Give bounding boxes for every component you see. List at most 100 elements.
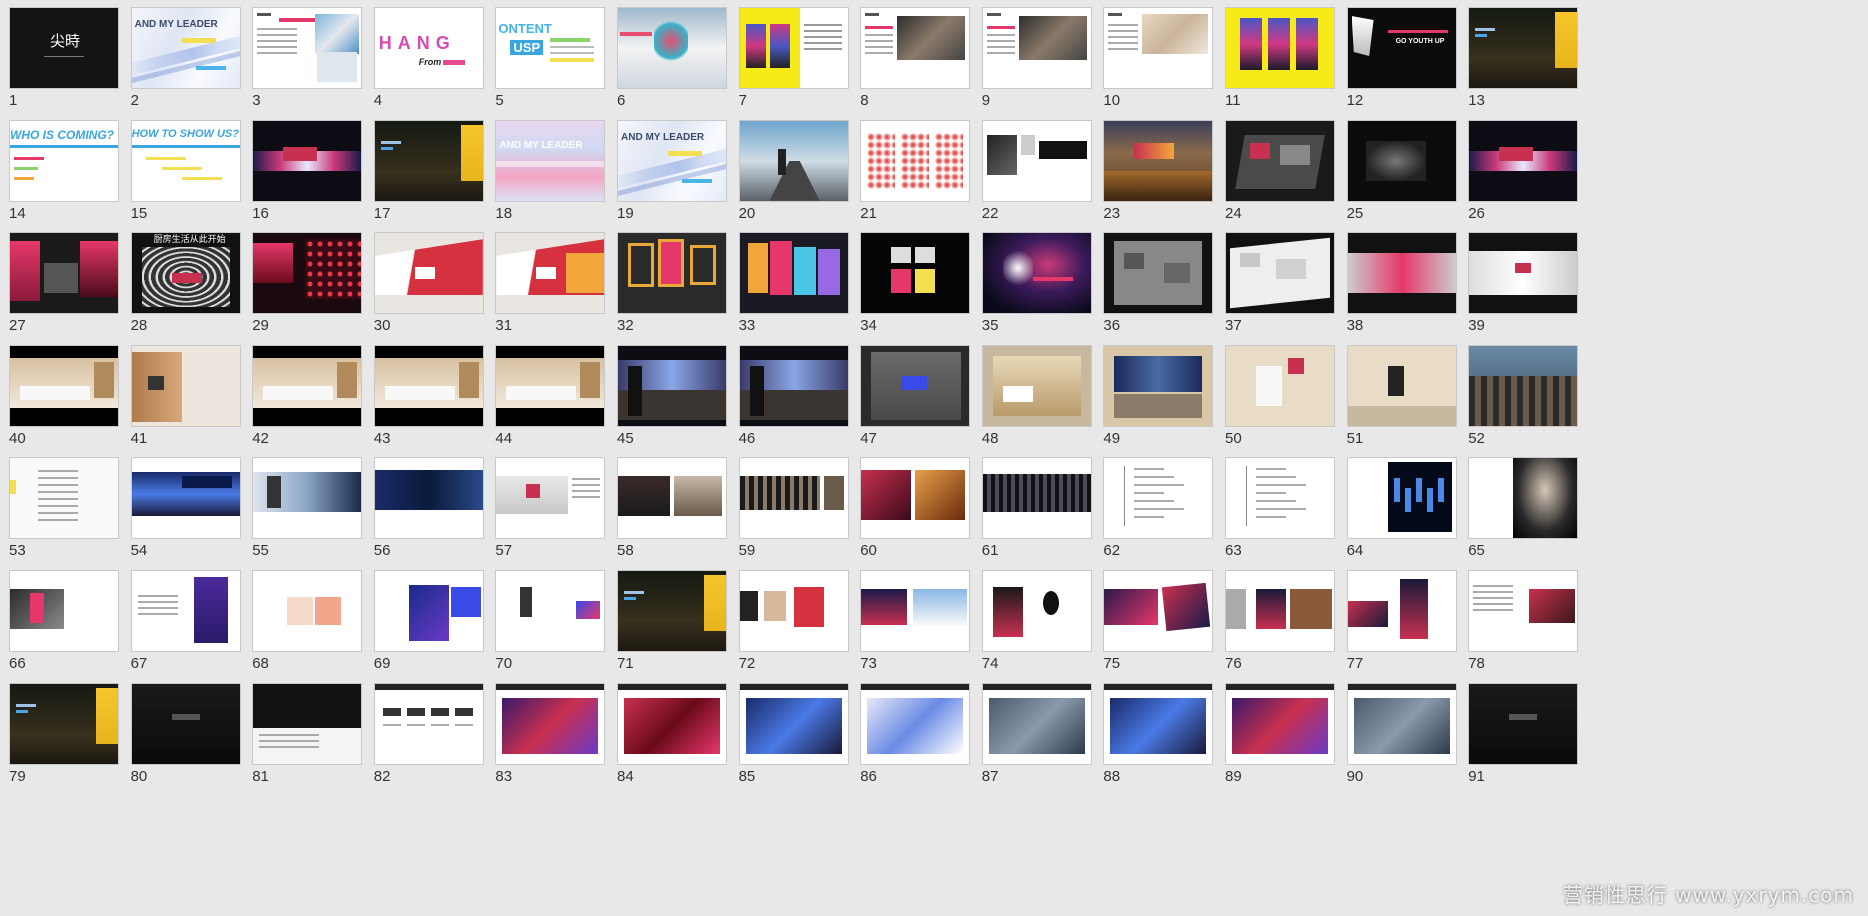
slide-thumbnail[interactable]	[981, 457, 1092, 540]
slide-item[interactable]: 57	[495, 457, 606, 559]
slide-item[interactable]: 65	[1468, 457, 1579, 559]
slide-thumbnail[interactable]: AND MY LEADER	[130, 7, 241, 89]
slide-thumbnail[interactable]	[130, 344, 241, 427]
slide-thumbnail[interactable]	[981, 344, 1092, 427]
slide-item[interactable]: 76	[1225, 570, 1335, 672]
slide-thumbnail[interactable]	[252, 232, 363, 315]
slide-thumbnail[interactable]	[495, 570, 606, 652]
slide-item[interactable]: 37	[1225, 232, 1335, 334]
slide-item[interactable]: AND MY LEADER 18	[495, 119, 606, 222]
slide-thumbnail[interactable]	[617, 232, 727, 315]
slide-thumbnail[interactable]	[373, 457, 484, 540]
slide-thumbnail[interactable]	[9, 457, 119, 540]
slide-thumbnail[interactable]: WHO IS COMING?	[9, 119, 119, 202]
slide-thumbnail[interactable]	[738, 344, 849, 427]
slide-item[interactable]: 62	[1103, 457, 1214, 559]
slide-thumbnail[interactable]	[252, 119, 363, 202]
slide-item[interactable]: 82	[373, 682, 484, 785]
slide-item[interactable]: 47	[860, 344, 971, 447]
slide-thumbnail[interactable]: ONTENT USP	[495, 7, 606, 89]
slide-thumbnail[interactable]	[495, 457, 606, 540]
slide-item[interactable]: 50	[1225, 344, 1335, 447]
slide-thumbnail[interactable]	[495, 232, 606, 315]
slide-item[interactable]: 23	[1103, 119, 1214, 222]
slide-item[interactable]: 21	[860, 119, 971, 222]
slide-item[interactable]: 53	[9, 457, 119, 559]
slide-thumbnail[interactable]	[1468, 570, 1579, 652]
slide-thumbnail[interactable]	[617, 457, 727, 540]
slide-thumbnail[interactable]	[860, 344, 971, 427]
slide-thumbnail[interactable]	[1346, 232, 1457, 315]
slide-thumbnail[interactable]	[617, 570, 727, 652]
slide-item[interactable]: 43	[373, 344, 484, 447]
slide-thumbnail[interactable]	[860, 682, 971, 765]
slide-item[interactable]: 52	[1468, 344, 1579, 447]
slide-thumbnail[interactable]	[1103, 344, 1214, 427]
slide-item[interactable]: 61	[981, 457, 1092, 559]
slide-item[interactable]: 22	[981, 119, 1092, 222]
slide-thumbnail[interactable]: HOW TO SHOW US?	[130, 119, 241, 202]
slide-item[interactable]: 87	[981, 682, 1092, 785]
slide-thumbnail[interactable]	[738, 232, 849, 315]
slide-item[interactable]: 17	[373, 119, 484, 222]
slide-item[interactable]: 38	[1346, 232, 1457, 334]
slide-item[interactable]: 66	[9, 570, 119, 672]
slide-item[interactable]: 40	[9, 344, 119, 447]
slide-thumbnail[interactable]	[1103, 119, 1214, 202]
slide-thumbnail[interactable]	[9, 682, 119, 765]
slide-item[interactable]: 34	[860, 232, 971, 334]
slide-item[interactable]: 77	[1346, 570, 1457, 672]
slide-item[interactable]: AND MY LEADER 2	[130, 7, 241, 109]
slide-item[interactable]: 48	[981, 344, 1092, 447]
slide-thumbnail[interactable]	[9, 232, 119, 315]
slide-thumbnail[interactable]	[252, 457, 363, 540]
slide-item[interactable]: 85	[738, 682, 849, 785]
slide-item[interactable]: 11	[1225, 7, 1335, 109]
slide-item[interactable]: 88	[1103, 682, 1214, 785]
slide-item[interactable]: 3	[252, 7, 363, 109]
slide-thumbnail[interactable]	[373, 570, 484, 652]
slide-thumbnail[interactable]	[1346, 344, 1457, 427]
slide-item[interactable]: 32	[617, 232, 727, 334]
slide-item[interactable]: 29	[252, 232, 363, 334]
slide-item[interactable]: 86	[860, 682, 971, 785]
slide-item[interactable]: WHO IS COMING? 14	[9, 119, 119, 222]
slide-item[interactable]: 24	[1225, 119, 1335, 222]
slide-item[interactable]: 10	[1103, 7, 1214, 109]
slide-thumbnail[interactable]	[373, 682, 484, 765]
slide-thumbnail[interactable]	[495, 682, 606, 765]
slide-thumbnail[interactable]	[1225, 457, 1335, 540]
slide-item[interactable]: AND MY LEADER 19	[617, 119, 727, 222]
slide-thumbnail[interactable]: GO YOUTH UP	[1346, 7, 1457, 89]
slide-thumbnail[interactable]	[252, 344, 363, 427]
slide-item[interactable]: 81	[252, 682, 363, 785]
slide-item[interactable]: 25	[1346, 119, 1457, 222]
slide-item[interactable]: 55	[252, 457, 363, 559]
slide-thumbnail[interactable]	[373, 232, 484, 315]
slide-thumbnail[interactable]	[1225, 232, 1335, 315]
slide-thumbnail[interactable]	[1103, 570, 1214, 652]
slide-thumbnail[interactable]	[738, 7, 849, 89]
slide-thumbnail[interactable]	[495, 344, 606, 427]
slide-item[interactable]: 90	[1346, 682, 1457, 785]
slide-thumbnail[interactable]	[1346, 682, 1457, 765]
slide-thumbnail[interactable]	[617, 344, 727, 427]
slide-item[interactable]: 16	[252, 119, 363, 222]
slide-thumbnail[interactable]	[617, 7, 727, 89]
slide-item[interactable]: 79	[9, 682, 119, 785]
slide-thumbnail[interactable]	[738, 570, 849, 652]
slide-item[interactable]: 26	[1468, 119, 1579, 222]
slide-thumbnail[interactable]	[1468, 232, 1579, 315]
slide-thumbnail[interactable]	[860, 457, 971, 540]
slide-item[interactable]: 78	[1468, 570, 1579, 672]
slide-thumbnail[interactable]	[738, 457, 849, 540]
slide-thumbnail[interactable]	[1468, 344, 1579, 427]
slide-item[interactable]: 69	[373, 570, 484, 672]
slide-thumbnail[interactable]	[860, 232, 971, 315]
slide-thumbnail[interactable]	[1468, 457, 1579, 540]
slide-item[interactable]: 39	[1468, 232, 1579, 334]
slide-item[interactable]: 73	[860, 570, 971, 672]
slide-thumbnail[interactable]	[252, 570, 363, 652]
slide-item[interactable]: 89	[1225, 682, 1335, 785]
slide-item[interactable]: 71	[617, 570, 727, 672]
